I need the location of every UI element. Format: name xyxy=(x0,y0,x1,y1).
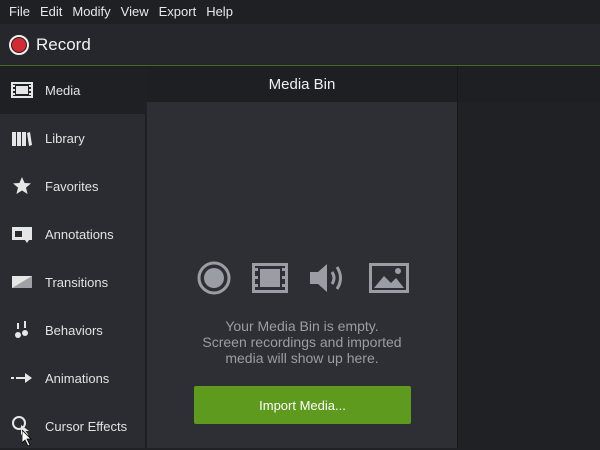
behaviors-icon xyxy=(10,320,34,340)
record-label: Record xyxy=(36,34,91,54)
sidebar-item-transitions[interactable]: Transitions xyxy=(0,258,146,306)
sidebar-item-media[interactable]: Media xyxy=(0,66,146,114)
media-type-icons xyxy=(197,261,409,300)
menu-export[interactable]: Export xyxy=(154,0,202,24)
mouse-cursor-icon xyxy=(22,430,32,446)
menu-help[interactable]: Help xyxy=(201,0,238,24)
sidebar-item-label: Media xyxy=(45,82,81,98)
menu-edit[interactable]: Edit xyxy=(35,0,67,24)
record-toolbar: Record xyxy=(0,24,600,66)
canvas-header xyxy=(458,66,600,102)
audio-icon xyxy=(308,261,348,300)
record-dot-icon xyxy=(9,34,29,55)
media-bin-panel: Media Bin Your Media Bin is empty. Scree… xyxy=(147,66,457,448)
empty-bin-message: Your Media Bin is empty. Screen recordin… xyxy=(157,318,447,366)
sidebar-item-label: Library xyxy=(45,130,85,146)
filmstrip-icon xyxy=(251,262,288,298)
tools-sidebar: Media Library Favorites Annotations Tran… xyxy=(0,66,146,448)
sidebar-item-label: Behaviors xyxy=(45,322,103,338)
sidebar-item-label: Favorites xyxy=(45,178,99,194)
menu-bar: File Edit Modify View Export Help xyxy=(0,0,600,24)
sidebar-item-annotations[interactable]: Annotations xyxy=(0,210,146,258)
books-icon xyxy=(10,128,34,148)
menu-view[interactable]: View xyxy=(116,0,154,24)
record-circle-icon xyxy=(197,261,231,300)
record-button[interactable]: Record xyxy=(9,34,91,55)
sidebar-item-library[interactable]: Library xyxy=(0,114,146,162)
empty-message-line: Your Media Bin is empty. xyxy=(225,318,379,334)
menu-modify[interactable]: Modify xyxy=(67,0,115,24)
import-media-button[interactable]: Import Media... xyxy=(194,386,411,424)
annotation-icon xyxy=(10,224,34,244)
star-icon xyxy=(10,176,34,196)
animation-arrow-icon xyxy=(10,368,34,388)
sidebar-item-label: Cursor Effects xyxy=(45,418,128,434)
sidebar-item-behaviors[interactable]: Behaviors xyxy=(0,306,146,354)
empty-message-line: media will show up here. xyxy=(225,350,379,366)
sidebar-item-label: Annotations xyxy=(45,226,114,242)
transition-icon xyxy=(10,272,34,292)
empty-message-line: Screen recordings and imported xyxy=(202,334,402,350)
menu-file[interactable]: File xyxy=(4,0,35,24)
sidebar-item-label: Transitions xyxy=(45,274,109,290)
sidebar-item-animations[interactable]: Animations xyxy=(0,354,146,402)
sidebar-item-favorites[interactable]: Favorites xyxy=(0,162,146,210)
media-bin-title: Media Bin xyxy=(147,66,457,102)
sidebar-item-label: Animations xyxy=(45,370,110,386)
canvas-area xyxy=(457,66,600,448)
filmstrip-icon xyxy=(10,80,34,100)
image-icon xyxy=(368,262,409,298)
